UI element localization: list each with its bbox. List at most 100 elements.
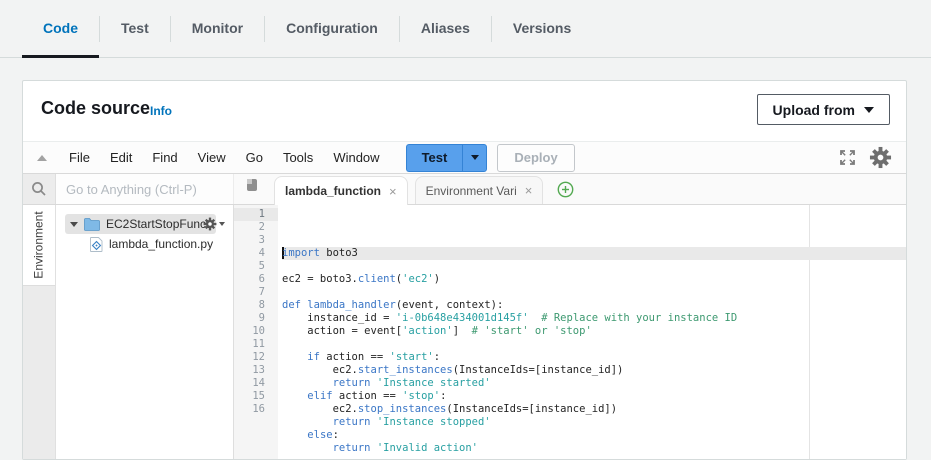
line-number: 3 <box>234 234 278 247</box>
close-icon[interactable]: × <box>389 184 397 199</box>
panel-header: Code source Info Upload from <box>23 81 906 141</box>
search-icon[interactable] <box>31 181 47 197</box>
code-line[interactable]: def lambda_handler(event, context): <box>282 299 906 312</box>
tab-versions[interactable]: Versions <box>492 0 592 58</box>
new-tab-plus-icon[interactable] <box>557 181 574 198</box>
info-link[interactable]: Info <box>150 104 172 118</box>
menu-edit[interactable]: Edit <box>100 150 142 165</box>
ide-menus: FileEditFindViewGoToolsWindow <box>59 150 390 165</box>
tab-test[interactable]: Test <box>100 0 170 58</box>
code-token <box>282 429 307 441</box>
code-line[interactable] <box>282 338 906 351</box>
code-line[interactable]: ec2.start_instances(InstanceIds=[instanc… <box>282 364 906 377</box>
code-token: ec2 = boto3. <box>282 273 358 285</box>
chevron-down-icon <box>864 107 874 113</box>
deploy-button[interactable]: Deploy <box>497 144 574 172</box>
chevron-down-icon <box>219 222 225 226</box>
code-token: if <box>307 351 320 363</box>
line-number: 4 <box>234 247 278 260</box>
menu-go[interactable]: Go <box>236 150 273 165</box>
code-line[interactable]: action = event['action'] # 'start' or 's… <box>282 325 906 338</box>
tab-code[interactable]: Code <box>22 0 99 58</box>
test-dropdown-button[interactable] <box>462 144 487 172</box>
fullscreen-icon[interactable] <box>838 148 857 167</box>
code-token: elif <box>307 390 332 402</box>
upload-from-button[interactable]: Upload from <box>757 94 890 125</box>
menu-window[interactable]: Window <box>323 150 389 165</box>
goto-anything-cell <box>56 174 234 204</box>
test-button[interactable]: Test <box>406 144 463 172</box>
code-content[interactable]: import boto3 ec2 = boto3.client('ec2') def… <box>278 205 906 459</box>
line-number: 16 <box>234 403 278 416</box>
environment-vertical-tab[interactable]: Environment <box>23 205 55 286</box>
code-line[interactable] <box>282 260 906 273</box>
tab-aliases[interactable]: Aliases <box>400 0 491 58</box>
code-token: 'start' <box>390 351 434 363</box>
code-line[interactable]: ec2 = boto3.client('ec2') <box>282 273 906 286</box>
code-line[interactable] <box>282 286 906 299</box>
code-token: ] <box>453 325 472 337</box>
code-line[interactable]: return 'Instance started' <box>282 377 906 390</box>
tab-monitor[interactable]: Monitor <box>171 0 264 58</box>
line-number: 7 <box>234 286 278 299</box>
code-token: stop_instances <box>358 403 447 415</box>
code-token: start_instances <box>358 364 453 376</box>
code-token: (event, context): <box>396 299 503 311</box>
upload-from-label: Upload from <box>773 102 855 118</box>
file-name: lambda_function.py <box>109 237 213 251</box>
tree-settings-control[interactable] <box>203 217 225 231</box>
code-token: lambda_handler <box>307 299 396 311</box>
editor-tabstrip: lambda_function×Environment Vari× <box>234 174 906 204</box>
code-line[interactable]: elif action == 'stop': <box>282 390 906 403</box>
code-line[interactable]: ec2.stop_instances(InstanceIds=[instance… <box>282 403 906 416</box>
code-token: else <box>307 429 332 441</box>
code-token: 'action' <box>402 325 453 337</box>
folder-item-selected[interactable]: EC2StartStopFunct <box>65 214 216 234</box>
menu-tools[interactable]: Tools <box>273 150 323 165</box>
menu-find[interactable]: Find <box>142 150 187 165</box>
close-icon[interactable]: × <box>525 183 533 198</box>
line-number: 1 <box>234 208 278 221</box>
code-line[interactable]: else: <box>282 429 906 442</box>
editor-tab-lambda_function[interactable]: lambda_function× <box>274 176 408 205</box>
editor-top-strip: lambda_function×Environment Vari× <box>23 174 906 205</box>
editor-tab-environment-vari[interactable]: Environment Vari× <box>415 176 544 204</box>
code-token: ec2. <box>282 364 358 376</box>
line-number: 11 <box>234 338 278 351</box>
code-line[interactable]: return 'Instance stopped' <box>282 416 906 429</box>
editor-tabs: lambda_function×Environment Vari× <box>267 174 543 204</box>
code-token <box>282 442 333 454</box>
code-token <box>529 312 542 324</box>
ide-menubar: FileEditFindViewGoToolsWindow Test Deplo… <box>23 141 906 174</box>
code-token: action == <box>333 390 403 402</box>
code-token: action == <box>320 351 390 363</box>
code-line[interactable]: if action == 'start': <box>282 351 906 364</box>
tab-configuration[interactable]: Configuration <box>265 0 399 58</box>
code-token: action = event[ <box>282 325 402 337</box>
tree-row-file[interactable]: lambda_function.py <box>56 234 233 254</box>
menubar-right-icons <box>838 146 892 169</box>
code-token: return <box>333 377 371 389</box>
menu-file[interactable]: File <box>59 150 100 165</box>
code-token: import <box>282 247 320 259</box>
expander-triangle-icon[interactable] <box>70 222 78 227</box>
goto-anything-input[interactable] <box>56 182 233 197</box>
code-token: 'stop' <box>402 390 440 402</box>
tab-list-icon[interactable] <box>243 177 259 198</box>
line-number: 6 <box>234 273 278 286</box>
code-line[interactable]: return 'Invalid action' <box>282 442 906 455</box>
code-line[interactable]: instance_id = 'i-0b648e434001d145f' # Re… <box>282 312 906 325</box>
code-token: return <box>333 442 371 454</box>
code-line[interactable]: import boto3 <box>282 247 906 260</box>
code-token: (InstanceIds=[instance_id]) <box>446 403 617 415</box>
collapse-panel-icon[interactable] <box>37 155 47 161</box>
line-number: 5 <box>234 260 278 273</box>
menu-view[interactable]: View <box>188 150 236 165</box>
code-editor[interactable]: 12345678910111213141516 import boto3ec2 … <box>234 205 906 459</box>
workspace: Environment EC2StartStopFunct <box>23 205 906 459</box>
code-source-panel: Code source Info Upload from FileEditFin… <box>22 80 907 460</box>
code-token: 'Instance started' <box>377 377 491 389</box>
code-token: 'Invalid action' <box>377 442 478 454</box>
code-token <box>282 390 307 402</box>
settings-gear-icon[interactable] <box>869 146 892 169</box>
